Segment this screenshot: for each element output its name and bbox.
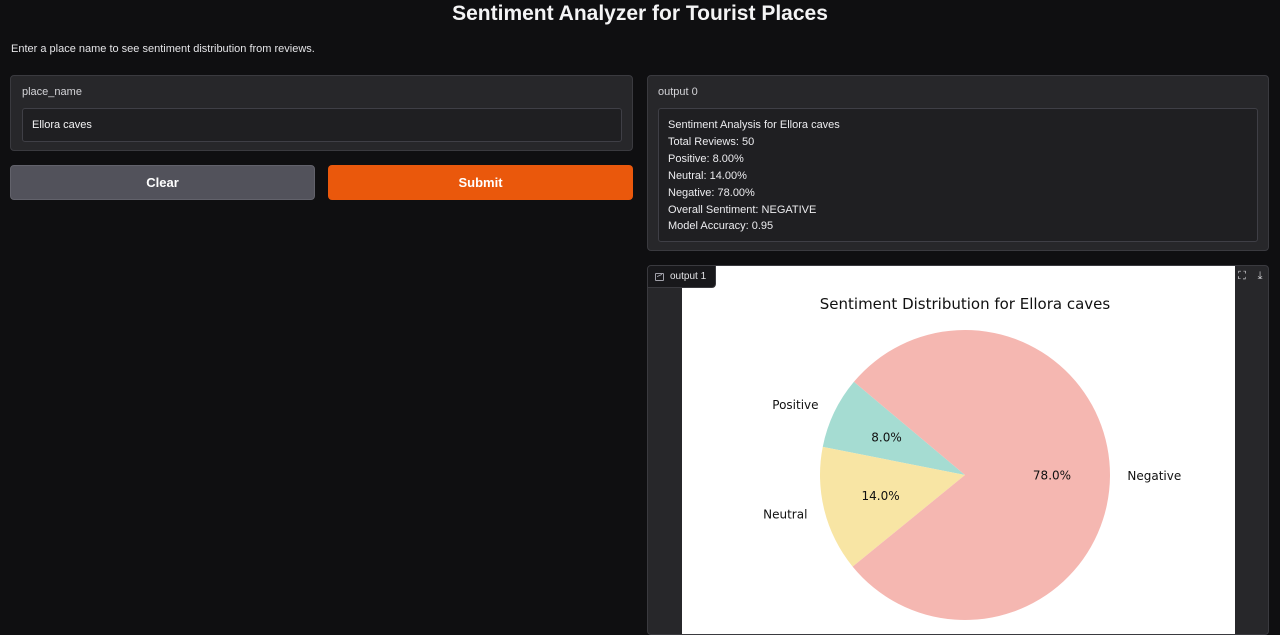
output-1-label: output 1 (670, 271, 707, 282)
output-1-tag: output 1 (648, 266, 716, 288)
pie-category-label-negative: Negative (1127, 469, 1181, 483)
submit-button[interactable]: Submit (328, 165, 633, 200)
overall-sentiment-line: Overall Sentiment: NEGATIVE (668, 203, 817, 216)
output-1-panel: Sentiment Distribution for Ellora caves … (647, 265, 1269, 635)
pie-pct-label-neutral: 14.0% (862, 489, 900, 503)
pie-chart: Sentiment Distribution for Ellora caves … (763, 295, 1181, 621)
fullscreen-icon[interactable]: ⛶ (1235, 269, 1249, 283)
output-0-panel: output 0 Sentiment Analysis for Ellora c… (647, 75, 1269, 251)
place-name-label: place_name (22, 86, 82, 98)
neutral-line: Neutral: 14.00% (668, 169, 747, 182)
output-0-label: output 0 (658, 86, 698, 98)
pie-pct-label-positive: 8.0% (871, 430, 902, 444)
clear-button[interactable]: Clear (10, 165, 315, 200)
download-icon[interactable]: ⤓ (1253, 269, 1267, 283)
positive-line: Positive: 8.00% (668, 152, 744, 165)
chart-title: Sentiment Distribution for Ellora caves (820, 295, 1111, 313)
pie-category-label-neutral: Neutral (763, 507, 807, 521)
negative-line: Negative: 78.00% (668, 186, 755, 199)
place-name-panel: place_name (10, 75, 633, 151)
place-name-input[interactable] (22, 108, 622, 142)
page-description: Enter a place name to see sentiment dist… (11, 43, 315, 55)
result-title-line: Sentiment Analysis for Ellora caves (668, 119, 840, 131)
output-0-textbox[interactable]: Sentiment Analysis for Ellora caves Tota… (658, 108, 1258, 242)
model-accuracy-line: Model Accuracy: 0.95 (668, 220, 774, 233)
total-reviews-line: Total Reviews: 50 (668, 135, 755, 148)
image-icon (655, 273, 664, 281)
pie-pct-label-negative: 78.0% (1033, 469, 1071, 483)
pie-category-label-positive: Positive (772, 398, 818, 412)
chart-image: Sentiment Distribution for Ellora caves … (682, 266, 1235, 634)
page-title: Sentiment Analyzer for Tourist Places (452, 2, 828, 25)
